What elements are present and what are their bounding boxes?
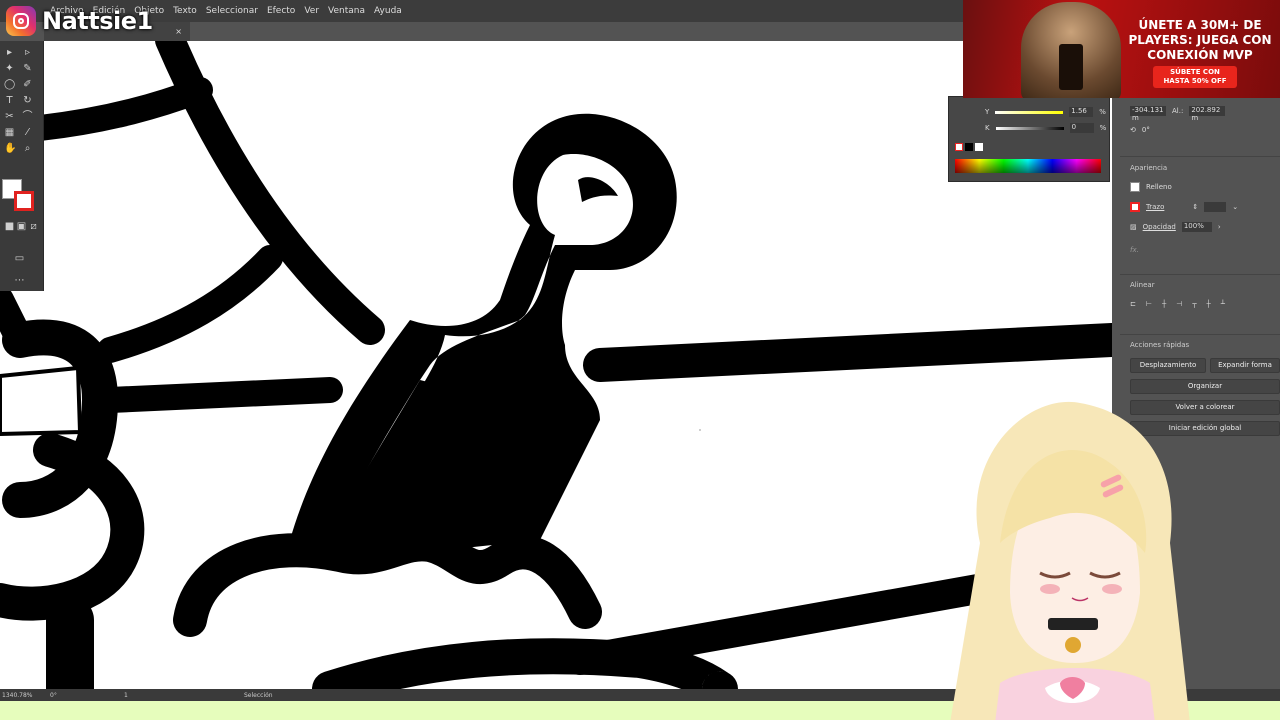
- expand-shape-button[interactable]: Expandir forma: [1210, 358, 1280, 373]
- chevron-down-icon[interactable]: ⌄: [1232, 203, 1238, 211]
- artboard-number[interactable]: 1: [124, 692, 164, 699]
- ad-headline: ÚNETE A 30M+ DE PLAYERS: JUEGA CON CONEX…: [1128, 18, 1272, 62]
- rotation-row: ⟲ 0°: [1130, 126, 1150, 134]
- align-bottom-icon[interactable]: ┴: [1221, 300, 1225, 308]
- menu-ventana[interactable]: Ventana: [328, 6, 365, 16]
- hand-tool-icon[interactable]: ✋: [4, 143, 16, 154]
- rotate-icon: ⟲: [1130, 126, 1136, 134]
- black-slider[interactable]: [995, 126, 1064, 130]
- tools-panel: ▸ ▹ ✦ ✎ ◯ ✐ T ↻ ✂ ⌒ ▦ ⁄ ✋ ⌕ ■ ▣ ⧄ ▭ ⋯: [0, 41, 44, 291]
- fx-button[interactable]: fx.: [1130, 246, 1139, 254]
- helmet-warrior-image: [1021, 2, 1121, 98]
- menu-ayuda[interactable]: Ayuda: [374, 6, 402, 16]
- yellow-label: Y: [985, 108, 990, 116]
- grid-tool-icon[interactable]: ▦: [4, 127, 15, 138]
- opacity-label[interactable]: Opacidad: [1143, 223, 1176, 231]
- instagram-icon: [6, 6, 36, 36]
- stroke-swatch-icon[interactable]: [14, 191, 34, 211]
- appearance-title: Apariencia: [1130, 164, 1168, 172]
- scissors-tool-icon[interactable]: ✂: [4, 111, 15, 122]
- al-label: Al.:: [1172, 107, 1184, 115]
- fill-swatch[interactable]: [1130, 182, 1140, 192]
- stroke-swatch[interactable]: [1130, 202, 1140, 212]
- illustrator-window: Archivo Edición Objeto Texto Seleccionar…: [0, 0, 1280, 720]
- align-right-icon[interactable]: ⊣: [1176, 300, 1182, 308]
- align-top-icon[interactable]: ┬: [1192, 300, 1196, 308]
- align-left-icon[interactable]: ⊢: [1146, 300, 1152, 308]
- yellow-slider-row: Y 1.56 %: [985, 107, 1106, 117]
- align-buttons-row: ⊏ ⊢ ┼ ⊣ ┬ ┼ ┴: [1130, 300, 1225, 308]
- fill-row: Relleno: [1130, 182, 1172, 192]
- color-panel: Y 1.56 % K 0 %: [948, 96, 1110, 182]
- black-pct: %: [1099, 124, 1107, 132]
- magic-wand-tool-icon[interactable]: ✦: [4, 63, 15, 74]
- menu-ver[interactable]: Ver: [304, 6, 319, 16]
- lasso-tool-icon[interactable]: ⌒: [22, 111, 33, 122]
- rotation-value[interactable]: 0°: [50, 692, 90, 699]
- menu-texto[interactable]: Texto: [173, 6, 197, 16]
- selection-tool-icon[interactable]: ▸: [4, 47, 15, 58]
- advertisement-banner[interactable]: ÚNETE A 30M+ DE PLAYERS: JUEGA CON CONEX…: [963, 0, 1280, 98]
- vtuber-avatar: [950, 401, 1190, 720]
- direct-selection-tool-icon[interactable]: ▹: [22, 47, 33, 58]
- black-label: K: [985, 124, 990, 132]
- align-center-h-icon[interactable]: ┼: [1162, 300, 1166, 308]
- type-tool-icon[interactable]: T: [4, 95, 15, 106]
- color-spectrum[interactable]: [955, 159, 1101, 173]
- opacity-row: ▨ Opacidad 100% ›: [1130, 222, 1221, 232]
- pencil-tool-icon[interactable]: ✐: [22, 79, 33, 90]
- align-center-v-icon[interactable]: ┼: [1207, 300, 1211, 308]
- more-tools-icon[interactable]: ⋯: [14, 275, 25, 286]
- none-mode-icon[interactable]: ⧄: [28, 221, 39, 232]
- rotate-tool-icon[interactable]: ↻: [22, 95, 33, 106]
- divider: [1120, 334, 1280, 335]
- channel-name: Nattsie1: [42, 7, 153, 35]
- height-value[interactable]: 202.892 m: [1189, 106, 1226, 122]
- menu-efecto[interactable]: Efecto: [267, 6, 295, 16]
- screen-mode-icon[interactable]: ▭: [14, 253, 25, 264]
- opacity-icon: ▨: [1130, 223, 1137, 231]
- quick-actions-title: Acciones rápidas: [1130, 341, 1190, 349]
- ellipse-tool-icon[interactable]: ◯: [4, 79, 15, 90]
- stream-overlay-instagram: Nattsie1: [6, 6, 153, 36]
- transform-row: -304.131 m Al.: 202.892 m: [1130, 106, 1226, 122]
- color-mode-icon[interactable]: ■: [4, 221, 15, 232]
- close-icon[interactable]: ×: [175, 27, 182, 36]
- current-tool-label: Selección: [244, 691, 273, 699]
- divider: [1120, 156, 1280, 157]
- divider: [1120, 274, 1280, 275]
- fill-label[interactable]: Relleno: [1146, 183, 1172, 191]
- black-slider-row: K 0 %: [985, 123, 1106, 133]
- offset-path-button[interactable]: Desplazamiento: [1130, 358, 1206, 373]
- opacity-value[interactable]: 100%: [1181, 222, 1212, 232]
- stroke-weight-input[interactable]: [1204, 202, 1227, 212]
- stroke-label[interactable]: Trazo: [1146, 203, 1164, 211]
- none-swatch-icon[interactable]: [955, 143, 963, 151]
- zoom-tool-icon[interactable]: ⌕: [22, 143, 33, 154]
- stroke-row: Trazo ⇕ ⌄: [1130, 202, 1238, 212]
- x-position-value[interactable]: -304.131 m: [1130, 106, 1166, 122]
- ad-cta-line2: HASTA 50% OFF: [1163, 77, 1227, 85]
- ad-cta-button[interactable]: SÚBETE CON HASTA 50% OFF: [1153, 66, 1237, 88]
- ad-cta-line1: SÚBETE CON: [1170, 68, 1220, 76]
- white-swatch[interactable]: [975, 143, 983, 151]
- yellow-slider[interactable]: [995, 110, 1064, 114]
- black-value[interactable]: 0: [1069, 123, 1094, 133]
- arrange-button[interactable]: Organizar: [1130, 379, 1280, 394]
- yellow-pct: %: [1099, 108, 1106, 116]
- pen-tool-icon[interactable]: ✎: [22, 63, 33, 74]
- align-title: Alinear: [1130, 281, 1155, 289]
- yellow-value[interactable]: 1.56: [1069, 107, 1094, 117]
- chevron-right-icon[interactable]: ›: [1218, 223, 1221, 231]
- black-swatch[interactable]: [965, 143, 973, 151]
- eyedropper-tool-icon[interactable]: ⁄: [22, 127, 33, 138]
- angle-value[interactable]: 0°: [1142, 126, 1150, 134]
- zoom-level[interactable]: 1340.78%: [2, 692, 42, 699]
- align-to-icon[interactable]: ⊏: [1130, 300, 1136, 308]
- gradient-mode-icon[interactable]: ▣: [16, 221, 27, 232]
- stroke-stepper-icon[interactable]: ⇕: [1192, 203, 1198, 211]
- menu-seleccionar[interactable]: Seleccionar: [206, 6, 258, 16]
